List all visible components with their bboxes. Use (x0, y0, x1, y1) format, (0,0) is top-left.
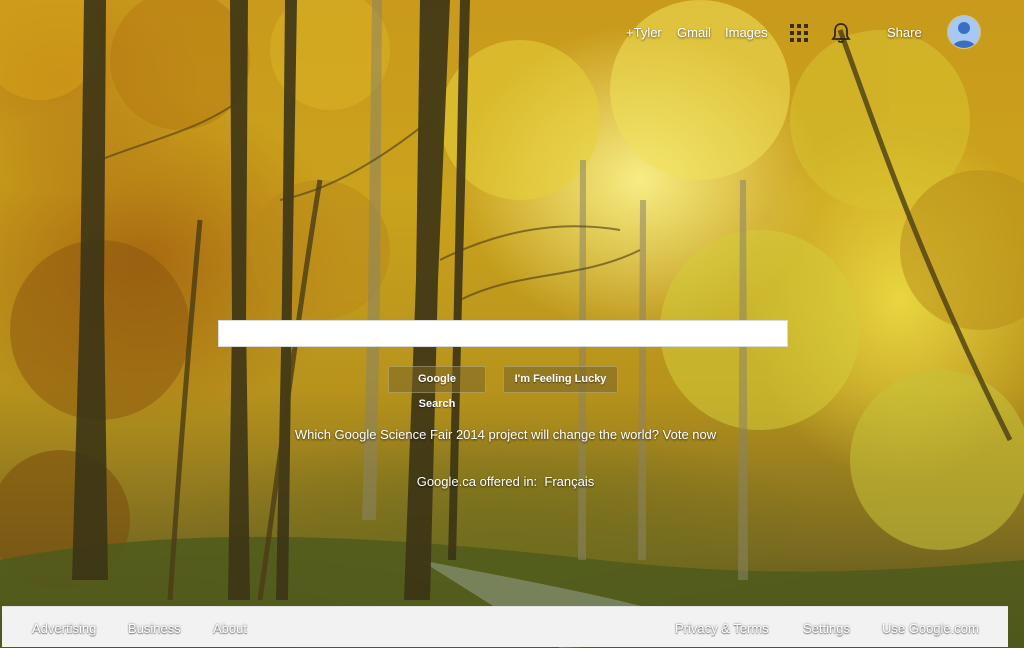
top-bar: +Tyler Gmail Images Share (0, 0, 1024, 64)
footer-advertising-link[interactable]: Advertising (32, 621, 96, 636)
feeling-lucky-button[interactable]: I'm Feeling Lucky (503, 366, 618, 393)
language-offer: Google.ca offered in: Français (0, 474, 1011, 489)
bell-icon[interactable] (831, 22, 851, 44)
search-input[interactable] (218, 320, 788, 347)
language-francais-link[interactable]: Français (544, 474, 594, 489)
footer: Advertising Business About Privacy & Ter… (2, 606, 1008, 647)
gmail-link[interactable]: Gmail (677, 25, 711, 40)
promo-message: Which Google Science Fair 2014 project w… (0, 427, 1011, 442)
footer-privacy-terms-link[interactable]: Privacy & Terms (675, 621, 769, 636)
images-link[interactable]: Images (725, 25, 768, 40)
promo-text: Which Google Science Fair 2014 project w… (294, 427, 660, 442)
footer-business-link[interactable]: Business (128, 621, 181, 636)
footer-about-link[interactable]: About (213, 621, 247, 636)
avatar-icon[interactable] (948, 16, 980, 48)
promo-vote-link[interactable]: Vote now (663, 427, 717, 442)
footer-settings-link[interactable]: Settings (803, 621, 850, 636)
apps-grid-icon[interactable] (790, 24, 808, 42)
google-search-button[interactable]: Google Search (388, 366, 486, 410)
plus-user-link[interactable]: +Tyler (626, 25, 662, 40)
footer-use-google-com-link[interactable]: Use Google.com (882, 621, 979, 636)
language-prefix: Google.ca offered in: (416, 474, 538, 489)
share-link[interactable]: Share (887, 25, 922, 40)
